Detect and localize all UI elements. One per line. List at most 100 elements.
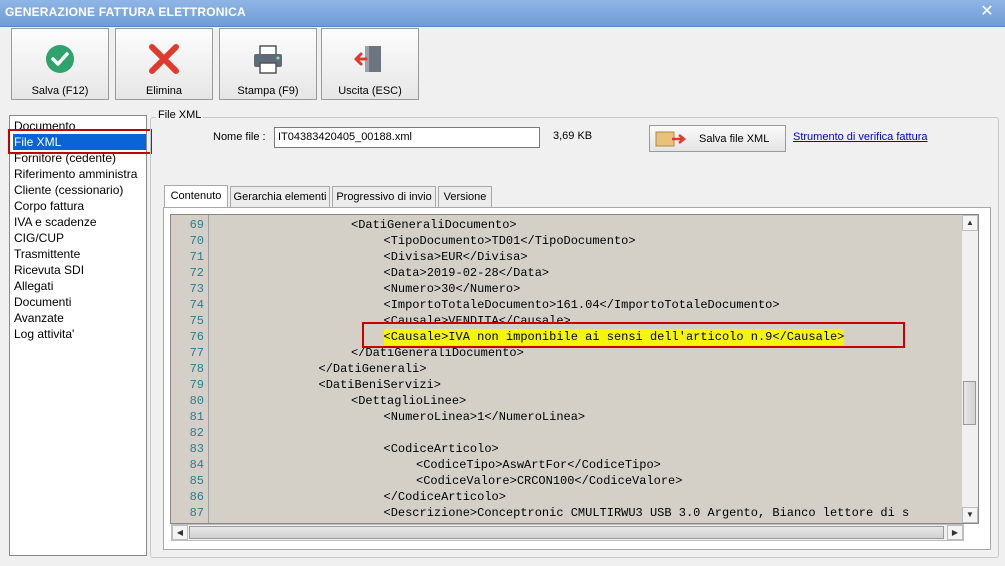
line-number: 84 — [189, 458, 204, 472]
print-label: Stampa (F9) — [237, 85, 299, 97]
line-number: 82 — [189, 426, 204, 440]
exit-door-icon — [354, 46, 381, 72]
scroll-up-arrow-icon[interactable]: ▲ — [962, 215, 978, 231]
printer-icon — [254, 45, 282, 74]
line-number: 70 — [189, 234, 204, 248]
code-line: 73 <Numero>30</Numero> — [171, 281, 962, 297]
sidebar-item-trasmittente[interactable]: Trasmittente — [14, 246, 80, 262]
line-number: 78 — [189, 362, 204, 376]
close-icon[interactable]: ✕ — [977, 3, 997, 21]
scroll-down-arrow-icon[interactable]: ▼ — [962, 507, 978, 523]
scroll-right-arrow-icon[interactable]: ▶ — [947, 525, 963, 540]
save-xml-button[interactable]: Salva file XML — [649, 125, 786, 152]
line-number: 77 — [189, 346, 204, 360]
horizontal-scrollbar[interactable]: ◀ ▶ — [171, 524, 964, 541]
group-title: File XML — [156, 109, 204, 121]
code-text: </DatiGenerali> — [318, 362, 427, 376]
sidebar-item-ricevuta-sdi[interactable]: Ricevuta SDI — [14, 262, 84, 278]
file-name-input[interactable]: IT04383420405_00188.xml — [274, 127, 540, 148]
sidebar-item-cliente[interactable]: Cliente (cessionario) — [14, 182, 123, 198]
code-text: <Divisa>EUR</Divisa> — [383, 250, 528, 264]
sidebar-item-avanzate[interactable]: Avanzate — [14, 310, 64, 326]
vertical-scroll-thumb[interactable] — [963, 381, 976, 425]
line-number: 69 — [189, 218, 204, 232]
tab-gerarchia-elementi[interactable]: Gerarchia elementi — [230, 186, 330, 207]
code-line: 69 <DatiGeneraliDocumento> — [171, 217, 962, 233]
highlight-box-causale — [362, 322, 905, 348]
code-text: <NumeroLinea>1</NumeroLinea> — [383, 410, 586, 424]
line-number: 80 — [189, 394, 204, 408]
code-text: <DatiBeniServizi> — [318, 378, 441, 392]
code-line: 78 </DatiGenerali> — [171, 361, 962, 377]
vertical-scrollbar[interactable]: ▲ ▼ — [961, 215, 978, 523]
window-title: GENERAZIONE FATTURA ELETTRONICA — [5, 5, 246, 19]
code-line: 84 <CodiceTipo>AswArtFor</CodiceTipo> — [171, 457, 962, 473]
tab-versione[interactable]: Versione — [438, 186, 492, 207]
scroll-left-arrow-icon[interactable]: ◀ — [172, 525, 188, 540]
tab-contenuto[interactable]: Contenuto — [164, 185, 228, 208]
sidebar-nav: Documento File XML Fornitore (cedente) R… — [9, 115, 147, 556]
code-line: 70 <TipoDocumento>TD01</TipoDocumento> — [171, 233, 962, 249]
code-text: <TipoDocumento>TD01</TipoDocumento> — [383, 234, 636, 248]
delete-x-icon — [149, 44, 179, 74]
code-text: <DettaglioLinee> — [351, 394, 467, 408]
line-number: 74 — [189, 298, 204, 312]
line-number: 71 — [189, 250, 204, 264]
code-line: 74 <ImportoTotaleDocumento>161.04</Import… — [171, 297, 962, 313]
code-text: <CodiceTipo>AswArtFor</CodiceTipo> — [416, 458, 661, 472]
sidebar-item-iva-scadenze[interactable]: IVA e scadenze — [14, 214, 97, 230]
verify-invoice-link[interactable]: Strumento di verifica fattura — [793, 131, 928, 143]
sidebar-item-allegati[interactable]: Allegati — [14, 278, 53, 294]
code-line: 87 <Descrizione>Conceptronic CMULTIRWU3 U… — [171, 505, 962, 521]
line-number: 81 — [189, 410, 204, 424]
print-button[interactable]: Stampa (F9) — [219, 28, 317, 100]
code-line: 86 </CodiceArticolo> — [171, 489, 962, 505]
line-number: 86 — [189, 490, 204, 504]
code-line: 79 <DatiBeniServizi> — [171, 377, 962, 393]
horizontal-scroll-thumb[interactable] — [189, 526, 944, 539]
code-line: 83 <CodiceArticolo> — [171, 441, 962, 457]
tab-progressivo-invio[interactable]: Progressivo di invio — [332, 186, 436, 207]
sidebar-item-log-attivita[interactable]: Log attivita' — [14, 326, 74, 342]
save-file-icon — [655, 131, 687, 147]
file-size: 3,69 KB — [553, 130, 593, 142]
code-text: </CodiceArticolo> — [383, 490, 506, 504]
code-text: <CodiceArticolo> — [383, 442, 499, 456]
sidebar-item-documenti[interactable]: Documenti — [14, 294, 71, 310]
code-line: 71 <Divisa>EUR</Divisa> — [171, 249, 962, 265]
sidebar-item-cig-cup[interactable]: CIG/CUP — [14, 230, 64, 246]
line-number: 83 — [189, 442, 204, 456]
highlight-box-file-xml — [8, 129, 152, 154]
file-name-label: Nome file : — [213, 131, 266, 143]
code-text: <ImportoTotaleDocumento>161.04</ImportoT… — [383, 298, 780, 312]
code-text: <DatiGeneraliDocumento> — [351, 218, 517, 232]
checkmark-icon — [46, 45, 74, 73]
sidebar-item-corpo-fattura[interactable]: Corpo fattura — [14, 198, 84, 214]
line-number: 85 — [189, 474, 204, 488]
xml-editor[interactable]: 69 <DatiGeneraliDocumento> 70 <TipoDocument… — [170, 214, 979, 524]
sidebar-item-riferimento-amministrativo[interactable]: Riferimento amministra — [14, 166, 137, 182]
code-line: 82 — [171, 425, 962, 441]
line-number: 75 — [189, 314, 204, 328]
delete-button[interactable]: Elimina — [115, 28, 213, 100]
code-text: <Descrizione>Conceptronic CMULTIRWU3 USB… — [383, 506, 910, 520]
title-bar: GENERAZIONE FATTURA ELETTRONICA ✕ — [0, 0, 1005, 27]
save-button[interactable]: Salva (F12) — [11, 28, 109, 100]
code-line: 72 <Data>2019-02-28</Data> — [171, 265, 962, 281]
line-number: 79 — [189, 378, 204, 392]
delete-label: Elimina — [145, 85, 183, 97]
line-number: 73 — [189, 282, 204, 296]
line-number: 87 — [189, 506, 204, 520]
exit-button[interactable]: Uscita (ESC) — [321, 28, 419, 100]
code-line: 81 <NumeroLinea>1</NumeroLinea> — [171, 409, 962, 425]
code-text: <Data>2019-02-28</Data> — [383, 266, 550, 280]
line-number: 72 — [189, 266, 204, 280]
code-line: 80 <DettaglioLinee> — [171, 393, 962, 409]
line-number: 76 — [189, 330, 204, 344]
code-line: 85 <CodiceValore>CRCON100</CodiceValore> — [171, 473, 962, 489]
exit-label: Uscita (ESC) — [338, 85, 402, 97]
save-label: Salva (F12) — [31, 85, 89, 97]
save-xml-label: Salva file XML — [699, 133, 770, 145]
code-area: 69 <DatiGeneraliDocumento> 70 <TipoDocument… — [171, 215, 962, 523]
code-text: <Numero>30</Numero> — [383, 282, 521, 296]
